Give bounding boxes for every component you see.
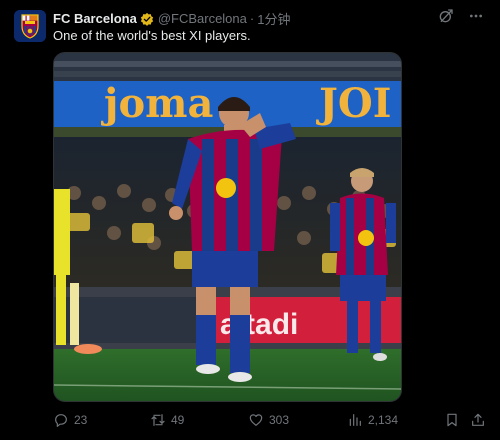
tweet-action-bar: 23 49 303 2,134 [53, 412, 488, 432]
timestamp[interactable]: 1分钟 [257, 9, 290, 28]
tweet-text: One of the world's best XI players. [53, 28, 251, 43]
fcb-crest-icon [14, 10, 46, 42]
repost-button[interactable]: 49 [150, 412, 184, 428]
bookmark-icon [447, 413, 457, 427]
display-name[interactable]: FC Barcelona [53, 11, 137, 26]
football-celebration-photo: joma JOI altadi [54, 53, 401, 401]
verified-badge-icon[interactable] [140, 12, 154, 26]
reply-count: 23 [74, 413, 88, 427]
tweet[interactable]: FC Barcelona @FCBarcelona · 1分钟 One of t… [0, 0, 500, 440]
views-button[interactable]: 2,134 [347, 412, 398, 428]
reply-button[interactable]: 23 [53, 412, 87, 428]
grok-icon[interactable] [438, 8, 454, 24]
share-button[interactable] [470, 412, 486, 428]
like-icon [249, 414, 263, 426]
tweet-photo[interactable]: joma JOI altadi [53, 52, 402, 402]
repost-icon [151, 414, 165, 426]
reply-icon [55, 414, 67, 427]
like-button[interactable]: 303 [248, 412, 289, 428]
more-icon[interactable] [468, 8, 484, 24]
view-count: 2,134 [368, 413, 399, 427]
separator-dot: · [249, 11, 255, 26]
user-handle[interactable]: @FCBarcelona [158, 11, 247, 26]
avatar[interactable] [14, 10, 46, 42]
like-count: 303 [269, 413, 290, 427]
repost-count: 49 [171, 413, 185, 427]
billboard-text: joma [101, 80, 213, 127]
header-actions [438, 8, 484, 24]
bookmark-button[interactable] [444, 412, 460, 428]
views-icon [349, 414, 361, 426]
sponsor-logo [216, 178, 236, 198]
tweet-header: FC Barcelona @FCBarcelona · 1分钟 [53, 9, 290, 28]
share-icon [472, 413, 484, 426]
billboard-text-right: JOI [316, 80, 391, 127]
